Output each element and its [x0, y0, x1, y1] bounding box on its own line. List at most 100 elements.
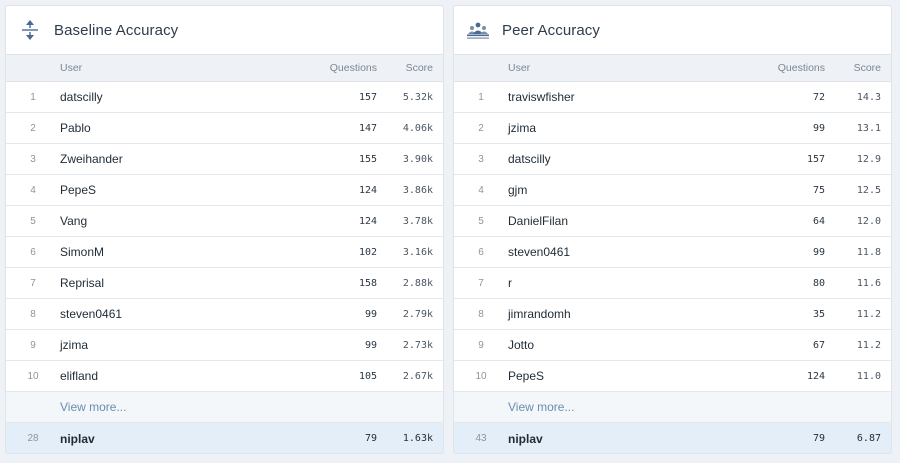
- score-cell: 13.1: [856, 122, 881, 134]
- questions-cell: 99: [364, 339, 377, 351]
- peer-accuracy-icon: [466, 18, 490, 42]
- leaderboard-rows: 1 traviswfisher 72 14.3 2 jzima 99 13.1 3 datscil…: [454, 82, 891, 392]
- table-row[interactable]: 6 SimonM 102 3.16k: [6, 237, 443, 268]
- questions-cell: 99: [364, 308, 377, 320]
- questions-cell: 124: [358, 215, 377, 227]
- user-cell[interactable]: gjm: [508, 183, 745, 197]
- view-more-link[interactable]: View more...: [508, 400, 891, 414]
- user-cell[interactable]: Jotto: [508, 338, 745, 352]
- score-cell: 4.06k: [402, 122, 433, 134]
- rank-cell: 3: [30, 153, 36, 165]
- table-row[interactable]: 1 datscilly 157 5.32k: [6, 82, 443, 113]
- rank-cell: 28: [27, 433, 39, 444]
- table-row[interactable]: 9 Jotto 67 11.2: [454, 330, 891, 361]
- user-cell[interactable]: SimonM: [60, 245, 297, 259]
- table-row[interactable]: 4 gjm 75 12.5: [454, 175, 891, 206]
- score-column-header: Score: [853, 62, 881, 74]
- user-cell[interactable]: datscilly: [508, 152, 745, 166]
- user-cell[interactable]: elifland: [60, 369, 297, 383]
- table-row[interactable]: 6 steven0461 99 11.8: [454, 237, 891, 268]
- questions-cell: 157: [358, 91, 377, 103]
- view-more-link[interactable]: View more...: [60, 400, 443, 414]
- table-row[interactable]: 2 jzima 99 13.1: [454, 113, 891, 144]
- table-row[interactable]: 5 DanielFilan 64 12.0: [454, 206, 891, 237]
- questions-cell: 35: [812, 308, 825, 320]
- table-row[interactable]: 7 r 80 11.6: [454, 268, 891, 299]
- score-cell: 2.73k: [402, 339, 433, 351]
- rank-cell: 8: [478, 308, 484, 320]
- questions-cell: 158: [358, 277, 377, 289]
- rank-cell: 9: [478, 339, 484, 351]
- table-row[interactable]: 10 elifland 105 2.67k: [6, 361, 443, 392]
- score-cell: 3.86k: [402, 184, 433, 196]
- table-row[interactable]: 3 datscilly 157 12.9: [454, 144, 891, 175]
- questions-cell: 124: [358, 184, 377, 196]
- rank-cell: 4: [478, 184, 484, 196]
- questions-column-header: Questions: [777, 62, 825, 74]
- user-cell[interactable]: jzima: [508, 121, 745, 135]
- questions-column-header: Questions: [329, 62, 377, 74]
- questions-cell: 155: [358, 153, 377, 165]
- table-row[interactable]: 4 PepeS 124 3.86k: [6, 175, 443, 206]
- score-cell: 5.32k: [402, 91, 433, 103]
- user-cell[interactable]: jimrandomh: [508, 307, 745, 321]
- peer-accuracy-panel: Peer Accuracy User Questions Score 1 trav…: [453, 5, 892, 454]
- score-cell: 2.67k: [402, 370, 433, 382]
- user-cell[interactable]: datscilly: [60, 90, 297, 104]
- user-cell[interactable]: Vang: [60, 214, 297, 228]
- table-row[interactable]: 7 Reprisal 158 2.88k: [6, 268, 443, 299]
- questions-cell: 64: [812, 215, 825, 227]
- table-header: User Questions Score: [6, 55, 443, 82]
- questions-cell: 67: [812, 339, 825, 351]
- user-cell[interactable]: niplav: [60, 432, 297, 446]
- table-row[interactable]: 1 traviswfisher 72 14.3: [454, 82, 891, 113]
- user-cell[interactable]: steven0461: [60, 307, 297, 321]
- score-cell: 3.78k: [402, 215, 433, 227]
- user-cell[interactable]: r: [508, 276, 745, 290]
- questions-cell: 79: [812, 433, 825, 444]
- score-cell: 3.90k: [402, 153, 433, 165]
- rank-cell: 6: [478, 246, 484, 258]
- score-cell: 14.3: [856, 91, 881, 103]
- table-row[interactable]: 10 PepeS 124 11.0: [454, 361, 891, 392]
- view-more-row: View more...: [6, 392, 443, 423]
- user-cell[interactable]: jzima: [60, 338, 297, 352]
- rank-cell: 6: [30, 246, 36, 258]
- questions-cell: 80: [812, 277, 825, 289]
- questions-cell: 79: [364, 433, 377, 444]
- rank-cell: 8: [30, 308, 36, 320]
- user-cell[interactable]: DanielFilan: [508, 214, 745, 228]
- user-cell[interactable]: Reprisal: [60, 276, 297, 290]
- user-cell[interactable]: steven0461: [508, 245, 745, 259]
- table-row[interactable]: 8 jimrandomh 35 11.2: [454, 299, 891, 330]
- score-cell: 1.63k: [402, 433, 433, 444]
- panel-header: Baseline Accuracy: [6, 6, 443, 55]
- user-cell[interactable]: Zweihander: [60, 152, 297, 166]
- rank-cell: 7: [30, 277, 36, 289]
- user-cell[interactable]: PepeS: [508, 369, 745, 383]
- user-cell[interactable]: PepeS: [60, 183, 297, 197]
- questions-cell: 105: [358, 370, 377, 382]
- rank-cell: 9: [30, 339, 36, 351]
- table-row[interactable]: 5 Vang 124 3.78k: [6, 206, 443, 237]
- table-row[interactable]: 9 jzima 99 2.73k: [6, 330, 443, 361]
- score-cell: 11.6: [856, 277, 881, 289]
- score-cell: 11.2: [856, 339, 881, 351]
- questions-cell: 124: [806, 370, 825, 382]
- user-cell[interactable]: traviswfisher: [508, 90, 745, 104]
- table-row[interactable]: 8 steven0461 99 2.79k: [6, 299, 443, 330]
- questions-cell: 72: [812, 91, 825, 103]
- table-row[interactable]: 3 Zweihander 155 3.90k: [6, 144, 443, 175]
- score-cell: 6.87: [856, 433, 881, 444]
- current-user-row[interactable]: 28 niplav 79 1.63k: [6, 423, 443, 453]
- view-more-row: View more...: [454, 392, 891, 423]
- questions-cell: 157: [806, 153, 825, 165]
- user-cell[interactable]: niplav: [508, 432, 745, 446]
- current-user-row[interactable]: 43 niplav 79 6.87: [454, 423, 891, 453]
- table-row[interactable]: 2 Pablo 147 4.06k: [6, 113, 443, 144]
- user-cell[interactable]: Pablo: [60, 121, 297, 135]
- score-cell: 2.79k: [402, 308, 433, 320]
- rank-cell: 5: [30, 215, 36, 227]
- rank-cell: 1: [30, 91, 36, 103]
- score-cell: 11.0: [856, 370, 881, 382]
